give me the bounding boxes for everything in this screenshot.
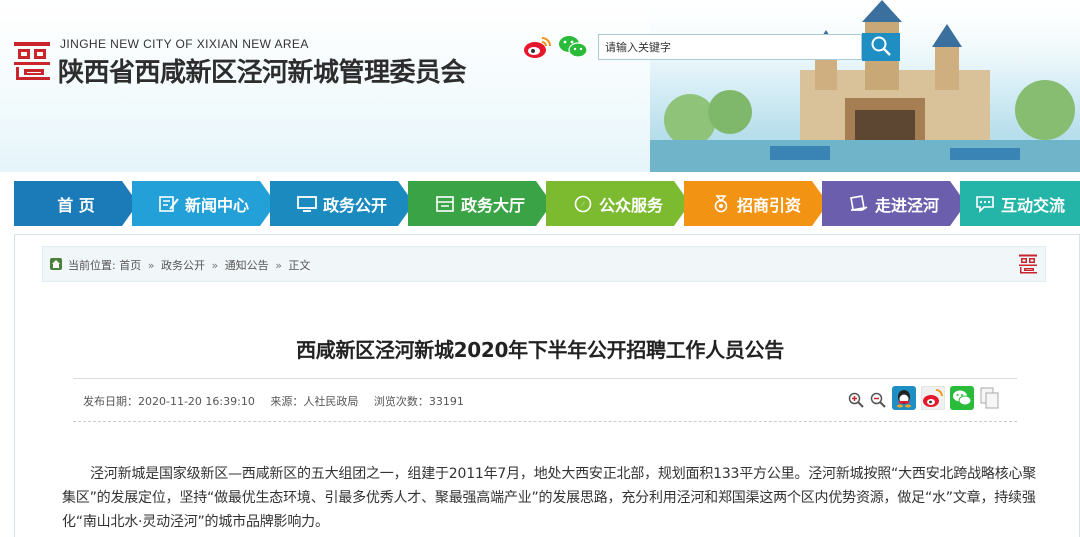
breadcrumb: 当前位置: 首页 » 政务公开 » 通知公告 » 正文 xyxy=(68,257,310,273)
publish-date: 发布日期：2020-11-20 16:39:10 xyxy=(83,395,255,408)
nav-item-interaction[interactable]: 互动交流 xyxy=(960,181,1080,226)
weibo-icon[interactable] xyxy=(921,386,945,410)
seal-logo-icon xyxy=(1019,254,1037,274)
nav-label: 公众服务 xyxy=(598,195,663,215)
main-nav: 首 页 新闻中心 政务公开 政务大厅 公众服务 招商引资 走进泾河 互动交流 xyxy=(14,181,1080,226)
breadcrumb-separator: » xyxy=(275,259,282,272)
nav-item-news[interactable]: 新闻中心 xyxy=(132,181,276,226)
header-banner-image xyxy=(650,0,1080,172)
seal-logo-icon xyxy=(14,42,50,80)
wechat-icon[interactable] xyxy=(558,34,588,60)
breadcrumb-item-gov-affairs[interactable]: 政务公开 xyxy=(161,259,205,272)
view-count: 浏览次数：33191 xyxy=(374,395,464,408)
book-hand-icon xyxy=(849,195,869,213)
breadcrumb-item-current: 正文 xyxy=(288,259,311,272)
article-meta: 发布日期：2020-11-20 16:39:10 来源：人社民政局 浏览次数：3… xyxy=(83,393,476,409)
monitor-icon xyxy=(297,195,317,213)
nav-label: 政务大厅 xyxy=(460,195,525,215)
nav-label: 新闻中心 xyxy=(184,195,249,215)
wechat-icon[interactable] xyxy=(950,386,974,410)
news-edit-icon xyxy=(159,195,179,213)
copy-icon[interactable] xyxy=(978,386,1002,410)
nav-item-service-hall[interactable]: 政务大厅 xyxy=(408,181,552,226)
nav-item-gov-affairs[interactable]: 政务公开 xyxy=(270,181,414,226)
zoom-out-icon[interactable] xyxy=(870,392,886,408)
search-icon xyxy=(871,36,891,56)
site-header: JINGHE NEW CITY OF XIXIAN NEW AREA 陕西省西咸… xyxy=(0,0,1080,172)
compass-icon xyxy=(573,195,593,213)
breadcrumb-separator: » xyxy=(147,259,155,272)
publish-date-label: 发布日期： xyxy=(83,395,138,408)
source-value: 人社民政局 xyxy=(303,395,359,408)
breadcrumb-item-notices[interactable]: 通知公告 xyxy=(225,259,269,272)
views-value: 33191 xyxy=(428,395,464,408)
breadcrumb-item-home[interactable]: 首页 xyxy=(119,259,141,272)
medal-icon xyxy=(711,195,731,213)
nav-item-public-service[interactable]: 公众服务 xyxy=(546,181,690,226)
article-body: 泾河新城是国家级新区—西咸新区的五大组团之一，组建于2011年7月，地处大西安正… xyxy=(62,466,1037,530)
nav-item-investment[interactable]: 招商引资 xyxy=(684,181,828,226)
weibo-icon[interactable] xyxy=(522,34,552,60)
nav-label: 首 页 xyxy=(57,195,95,215)
nav-label: 招商引资 xyxy=(736,195,801,215)
search-button[interactable] xyxy=(862,33,900,61)
qq-icon[interactable] xyxy=(892,386,916,410)
site-name-chinese: 陕西省西咸新区泾河新城管理委员会 xyxy=(58,58,467,88)
nav-label: 走进泾河 xyxy=(874,195,939,215)
article-source: 来源：人社民政局 xyxy=(270,395,358,408)
breadcrumb-prefix: 当前位置: xyxy=(68,259,116,272)
site-name-english: JINGHE NEW CITY OF XIXIAN NEW AREA xyxy=(60,37,309,51)
article-title: 西咸新区泾河新城2020年下半年公开招聘工作人员公告 xyxy=(296,338,784,362)
nav-item-about-jinghe[interactable]: 走进泾河 xyxy=(822,181,966,226)
nav-label: 互动交流 xyxy=(1000,195,1065,215)
search-input[interactable] xyxy=(598,34,862,60)
hall-window-icon xyxy=(435,195,455,213)
source-label: 来源： xyxy=(270,395,304,408)
zoom-in-icon[interactable] xyxy=(848,392,864,408)
breadcrumb-separator: » xyxy=(211,259,219,272)
home-icon xyxy=(50,258,62,270)
nav-item-home[interactable]: 首 页 xyxy=(14,181,138,226)
publish-date-value: 2020-11-20 16:39:10 xyxy=(138,395,255,408)
chat-bubble-icon xyxy=(976,195,994,213)
views-label: 浏览次数： xyxy=(373,395,429,408)
nav-label: 政务公开 xyxy=(322,195,387,215)
